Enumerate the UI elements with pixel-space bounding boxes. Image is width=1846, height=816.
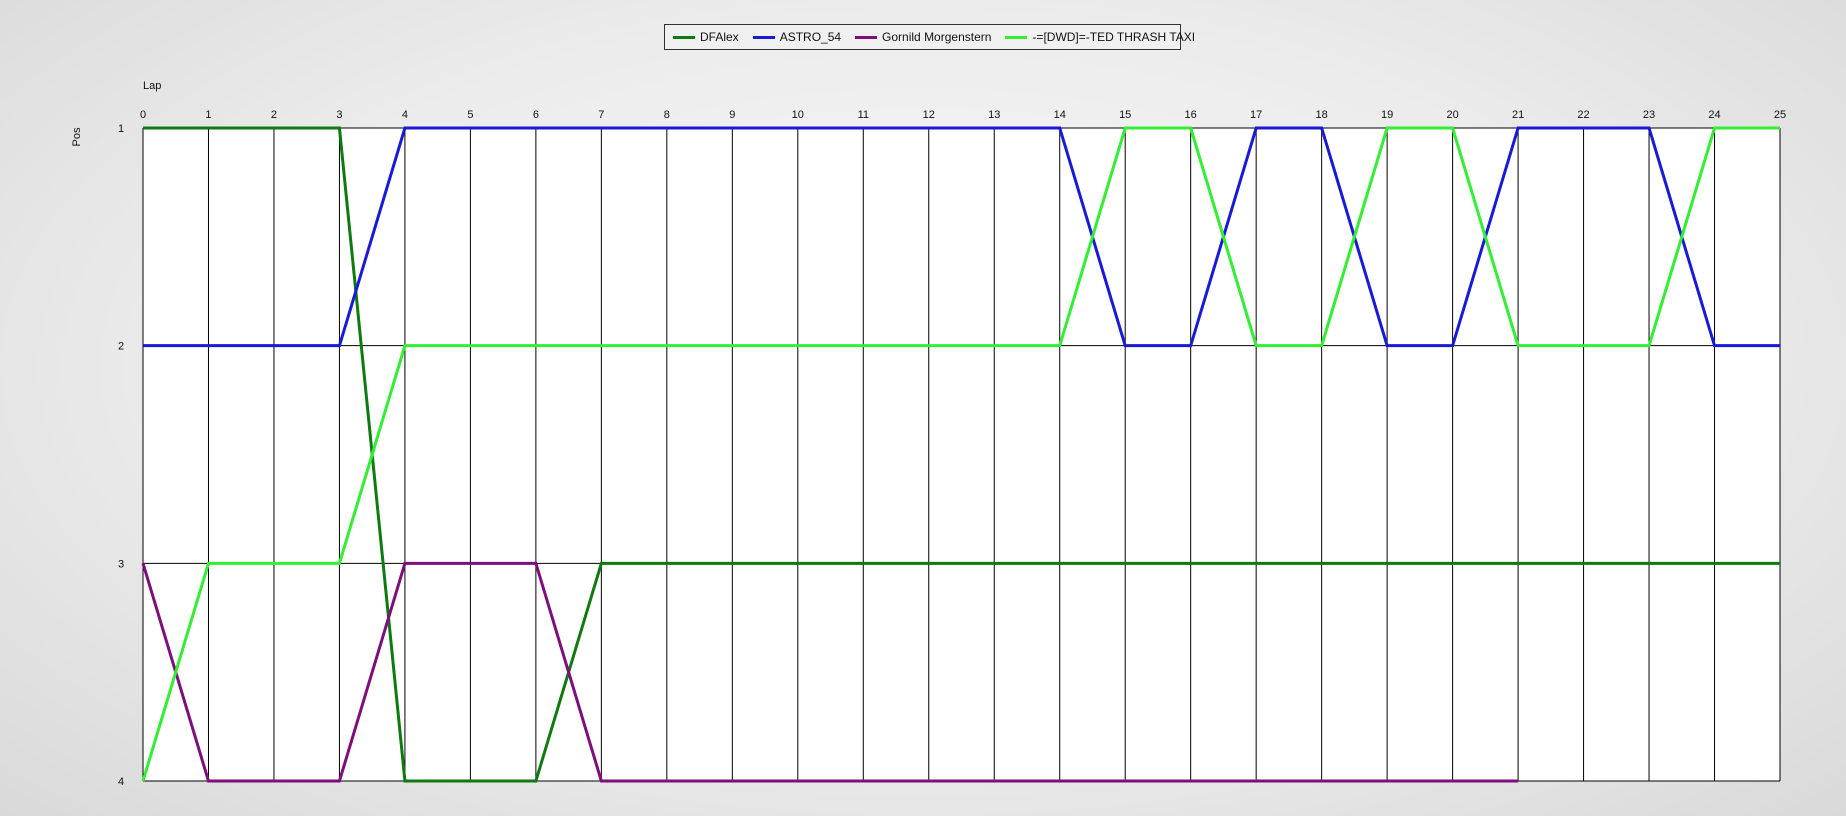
y-axis-label: Pos <box>71 127 83 146</box>
plot-area <box>143 128 1780 781</box>
x-tick-label: 5 <box>467 109 473 121</box>
x-tick-label: 16 <box>1185 109 1197 121</box>
x-tick-label: 6 <box>533 109 539 121</box>
x-tick-label: 22 <box>1577 109 1589 121</box>
x-tick-label: 1 <box>205 109 211 121</box>
x-tick-label: 17 <box>1250 109 1262 121</box>
x-tick-label: 20 <box>1446 109 1458 121</box>
x-tick-label: 10 <box>792 109 804 121</box>
y-tick-label: 2 <box>118 341 124 353</box>
y-tick-label: 4 <box>118 776 124 788</box>
x-tick-label: 8 <box>664 109 670 121</box>
x-tick-label: 25 <box>1774 109 1786 121</box>
x-tick-label: 0 <box>140 109 146 121</box>
y-tick-label: 3 <box>118 558 124 570</box>
x-tick-labels: 0 1 2 3 4 5 6 7 8 9 10 11 12 13 14 15 16 17 18 19 20 21 22 23 24… <box>140 109 1786 121</box>
x-tick-label: 23 <box>1643 109 1655 121</box>
lap-position-chart: 0 1 2 3 4 5 6 7 8 9 10 11 12 13 14 15 16 17 18 19 20 21 22 23 24… <box>71 80 1786 788</box>
x-tick-label: 19 <box>1381 109 1393 121</box>
y-tick-labels: 1 2 3 4 <box>118 123 124 788</box>
x-tick-label: 2 <box>271 109 277 121</box>
x-tick-label: 21 <box>1512 109 1524 121</box>
x-tick-label: 3 <box>336 109 342 121</box>
x-tick-label: 15 <box>1119 109 1131 121</box>
x-tick-label: 18 <box>1316 109 1328 121</box>
x-tick-label: 7 <box>598 109 604 121</box>
y-tick-label: 1 <box>118 123 124 135</box>
x-tick-label: 4 <box>402 109 408 121</box>
x-tick-label: 24 <box>1708 109 1720 121</box>
x-tick-label: 13 <box>988 109 1000 121</box>
x-tick-label: 9 <box>729 109 735 121</box>
x-axis-label: Lap <box>143 80 161 92</box>
x-tick-label: 14 <box>1054 109 1066 121</box>
x-tick-label: 12 <box>923 109 935 121</box>
x-tick-label: 11 <box>858 109 869 121</box>
